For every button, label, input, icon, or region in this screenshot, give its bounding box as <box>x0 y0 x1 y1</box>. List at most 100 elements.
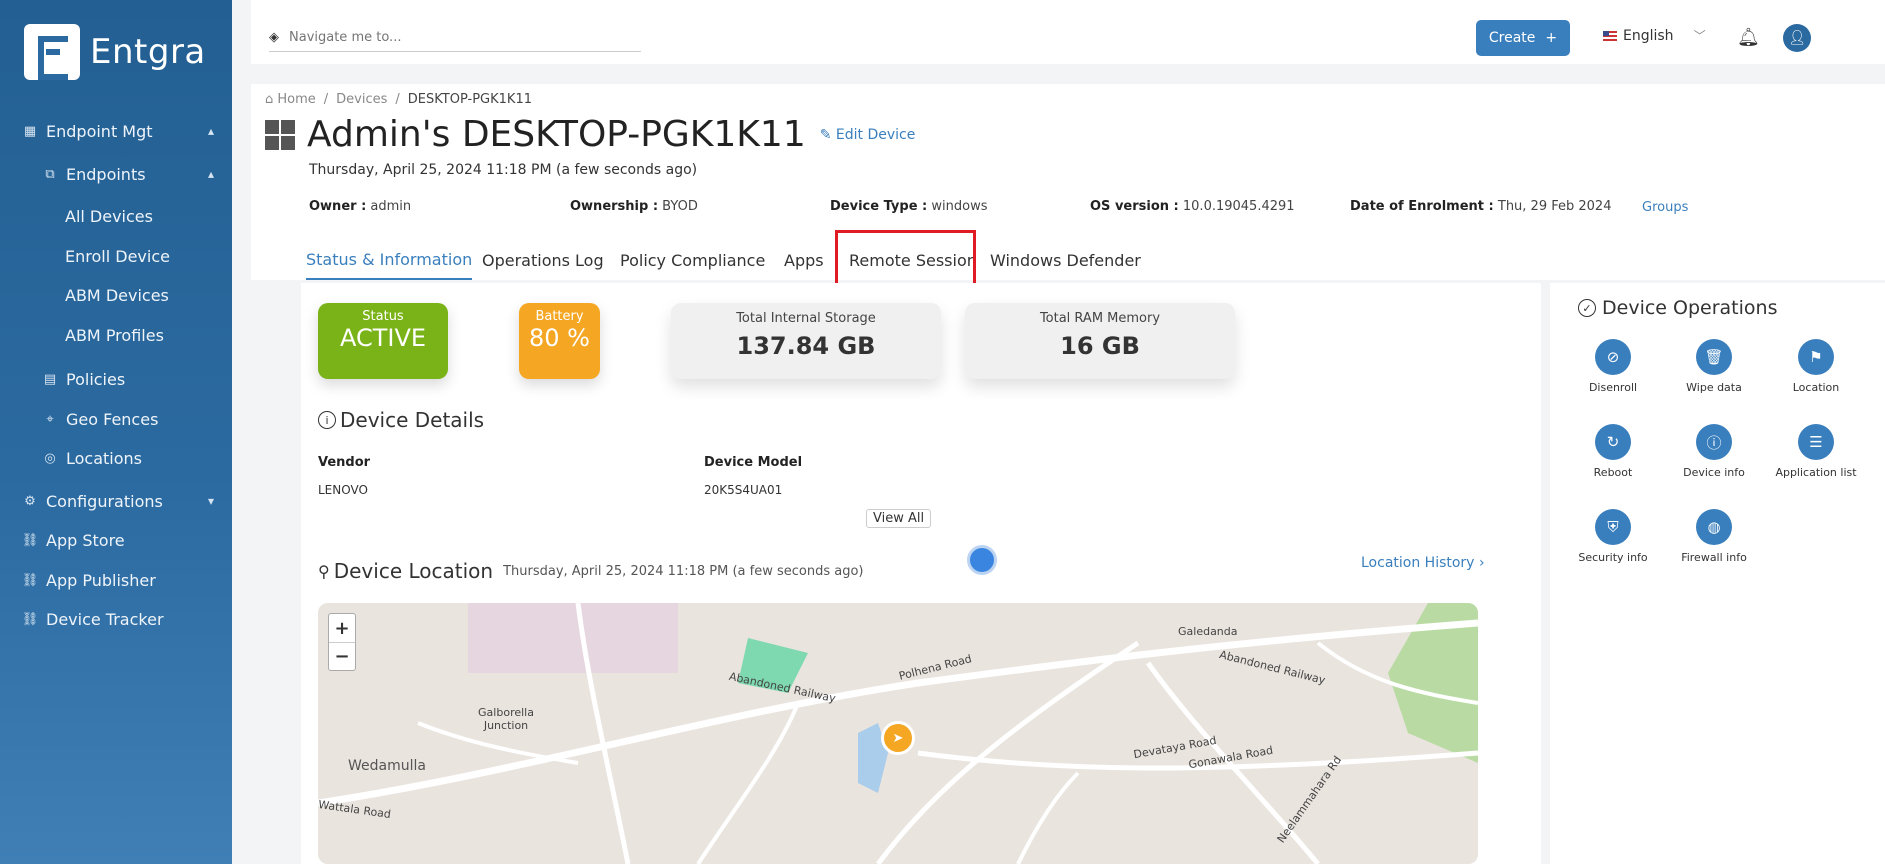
location-button[interactable]: ⚑ Location <box>1766 339 1866 394</box>
entgra-logo[interactable]: Entgra <box>24 24 206 80</box>
sidebar-item-label: ABM Profiles <box>65 325 164 345</box>
notification-bell-icon[interactable]: 🔔︎ <box>1737 27 1760 48</box>
firewall-info-button[interactable]: ◍ Firewall info <box>1664 509 1764 564</box>
sidebar-item-enroll-device[interactable]: Enroll Device <box>0 240 232 272</box>
device-operations-panel: ✓ Device Operations ⊘ Disenroll 🗑︎ Wipe … <box>1550 283 1885 864</box>
navigate-search: ◈ <box>269 24 641 52</box>
shield-icon: ⛨ <box>1595 509 1631 545</box>
chevron-up-icon: ▴ <box>207 167 214 181</box>
create-button[interactable]: Create + <box>1476 20 1570 56</box>
ram-memory-value: 16 GB <box>1060 332 1140 360</box>
os-version-label: OS version : <box>1090 199 1179 214</box>
tab-policy-compliance[interactable]: Policy Compliance <box>620 240 765 280</box>
zoom-out-button[interactable]: − <box>329 642 355 670</box>
disenroll-button[interactable]: ⊘ Disenroll <box>1563 339 1663 394</box>
navigate-search-input[interactable] <box>289 30 619 45</box>
edit-device-link[interactable]: ✎ Edit Device <box>820 127 916 143</box>
sidebar-item-abm-devices[interactable]: ABM Devices <box>0 279 232 311</box>
battery-value: 80 % <box>529 324 590 352</box>
sidebar-item-all-devices[interactable]: All Devices <box>0 200 232 232</box>
chevron-down-icon: ﹀ <box>1693 29 1706 43</box>
sidebar-item-locations[interactable]: ◎ Locations <box>0 442 232 474</box>
tab-remote-session[interactable]: Remote Session <box>849 240 977 280</box>
breadcrumb-separator: / <box>323 92 329 107</box>
sidebar-item-endpoint-mgt[interactable]: ▦ Endpoint Mgt ▴ <box>0 115 232 147</box>
device-type-info: Device Type : windows <box>830 199 987 214</box>
sidebar-item-label: Geo Fences <box>66 409 159 429</box>
breadcrumb-home[interactable]: ⌂ Home <box>265 92 316 107</box>
vendor-label: Vendor <box>318 455 371 470</box>
breadcrumb-separator: / <box>395 92 400 107</box>
sidebar-item-label: App Publisher <box>46 570 156 590</box>
location-history-link[interactable]: Location History › <box>1361 555 1485 571</box>
link-icon: ⛓ <box>21 532 39 548</box>
device-location-marker-icon[interactable]: ➤ <box>881 721 915 755</box>
battery-label: Battery <box>535 309 584 324</box>
user-avatar-icon[interactable]: 👤︎ <box>1783 24 1811 52</box>
zoom-in-button[interactable]: + <box>329 614 355 642</box>
device-details-title-text: Device Details <box>340 408 485 432</box>
tab-operations-log[interactable]: Operations Log <box>482 240 604 280</box>
security-info-button[interactable]: ⛨ Security info <box>1563 509 1663 564</box>
device-location-map[interactable]: + − Wedamulla Galborella Junction Abando… <box>318 603 1478 864</box>
ownership-value: BYOD <box>662 199 698 214</box>
tab-status-information[interactable]: Status & Information <box>306 240 473 280</box>
location-history-label: Location History <box>1361 555 1475 571</box>
application-list-button[interactable]: ☰ Application list <box>1766 424 1866 479</box>
entgra-logo-icon <box>24 24 80 80</box>
device-info-label: Device info <box>1683 466 1745 479</box>
gear-icon: ⚙ <box>24 493 36 509</box>
sidebar-item-abm-profiles[interactable]: ABM Profiles <box>0 319 232 351</box>
sidebar-item-label: Endpoint Mgt <box>46 121 153 141</box>
windows-icon <box>265 119 295 150</box>
map-label-galborella: Galborella Junction <box>478 706 534 732</box>
sidebar: Entgra ▦ Endpoint Mgt ▴ ⧉ Endpoints ▴ Al… <box>0 0 232 864</box>
disenroll-label: Disenroll <box>1588 381 1638 394</box>
firewall-info-label: Firewall info <box>1681 551 1747 564</box>
groups-link[interactable]: Groups <box>1642 200 1688 215</box>
view-all-button[interactable]: View All <box>866 509 932 528</box>
sidebar-item-device-tracker[interactable]: ⛓ Device Tracker <box>0 603 232 635</box>
ram-memory-card: Total RAM Memory 16 GB <box>965 303 1235 379</box>
enrolment-date-label: Date of Enrolment : <box>1350 199 1494 214</box>
list-icon: ☰ <box>1798 424 1834 460</box>
sidebar-item-label: ABM Devices <box>65 285 169 305</box>
title-row: Admin's DESKTOP-PGK1K11 ✎ Edit Device <box>265 114 915 155</box>
tab-apps[interactable]: Apps <box>784 240 824 280</box>
reboot-button[interactable]: ↻ Reboot <box>1563 424 1663 479</box>
globe-icon: ◍ <box>1696 509 1732 545</box>
sidebar-item-geo-fences[interactable]: ⌖ Geo Fences <box>0 403 232 435</box>
tab-windows-defender[interactable]: Windows Defender <box>990 240 1141 280</box>
sidebar-item-label: Endpoints <box>66 164 146 184</box>
owner-info: Owner : admin <box>309 199 411 214</box>
breadcrumb-current: DESKTOP-PGK1K11 <box>407 92 532 107</box>
sidebar-item-policies[interactable]: ▤ Policies <box>0 363 232 395</box>
sidebar-item-endpoints[interactable]: ⧉ Endpoints ▴ <box>0 158 232 190</box>
device-timestamp: Thursday, April 25, 2024 11:18 PM (a few… <box>309 162 698 178</box>
create-button-label: Create <box>1488 30 1536 46</box>
status-label: Status <box>362 309 404 324</box>
grid-icon: ▦ <box>23 123 37 139</box>
device-location-title-text: Device Location <box>333 559 494 583</box>
application-list-label: Application list <box>1775 466 1857 479</box>
us-flag-icon <box>1603 30 1617 41</box>
sidebar-item-label: Configurations <box>46 491 163 511</box>
status-card: Status ACTIVE <box>318 303 448 379</box>
ban-icon: ⊘ <box>1595 339 1631 375</box>
breadcrumb-devices[interactable]: Devices <box>336 92 387 107</box>
status-value: ACTIVE <box>339 324 427 352</box>
language-selector[interactable]: English ﹀ <box>1603 27 1706 44</box>
geofence-icon: ⌖ <box>46 411 54 427</box>
brand-name: Entgra <box>90 32 206 72</box>
sidebar-item-configurations[interactable]: ⚙ Configurations ▾ <box>0 485 232 517</box>
os-version-info: OS version : 10.0.19045.4291 <box>1090 199 1295 214</box>
device-info-button[interactable]: ⓘ Device info <box>1664 424 1764 479</box>
device-header: ⌂ Home / Devices / DESKTOP-PGK1K11 Admin… <box>251 84 1885 280</box>
sidebar-item-app-store[interactable]: ⛓ App Store <box>0 524 232 556</box>
location-pin-icon: ◎ <box>44 450 56 466</box>
sidebar-item-app-publisher[interactable]: ⛓ App Publisher <box>0 564 232 596</box>
ownership-info: Ownership : BYOD <box>570 199 698 214</box>
device-location-title: ⚲ Device Location Thursday, April 25, 20… <box>318 559 863 583</box>
status-information-panel: Status ACTIVE Battery 80 % Total Interna… <box>301 283 1541 864</box>
wipe-data-button[interactable]: 🗑︎ Wipe data <box>1664 339 1764 394</box>
